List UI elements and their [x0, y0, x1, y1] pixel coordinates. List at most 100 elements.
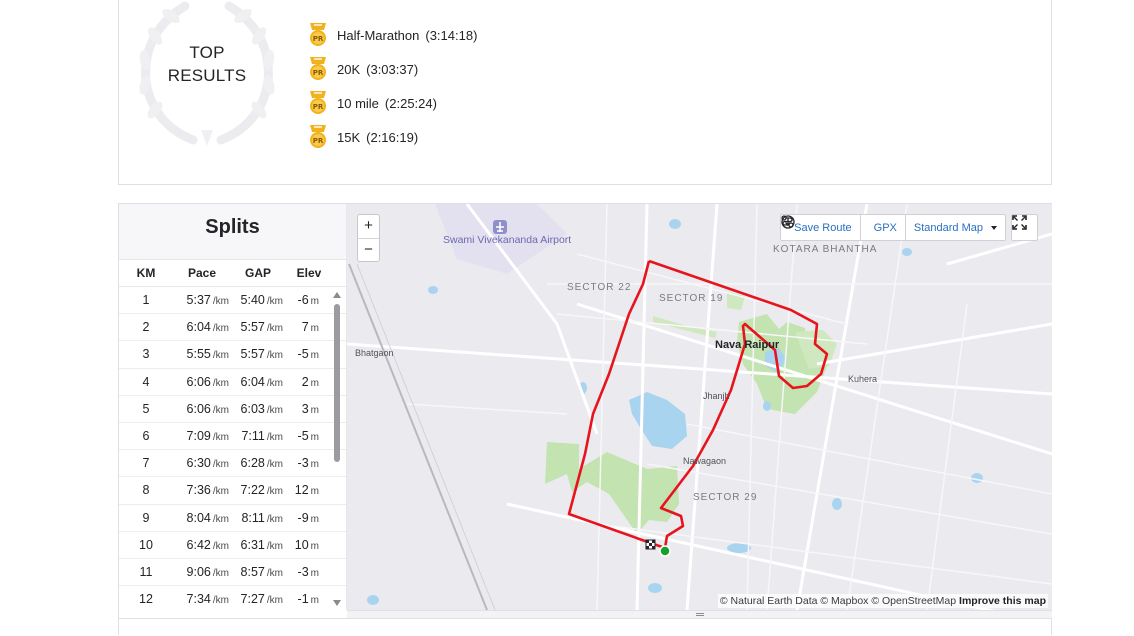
map-toolbar: Save Route GPX Standard Map [780, 214, 1006, 241]
map-label-sector29: SECTOR 29 [693, 492, 758, 503]
map-label-sector19: SECTOR 19 [659, 293, 724, 304]
split-pace: 9:06/km [186, 564, 229, 579]
map-label-sector22: SECTOR 22 [567, 282, 632, 293]
pr-item[interactable]: PR 10 mile (2:25:24) [307, 86, 477, 120]
split-row[interactable]: 4 6:06/km 6:04/km 2 m [119, 369, 346, 396]
svg-text:PR: PR [313, 69, 324, 77]
pr-medal-icon: PR [310, 125, 326, 148]
split-row[interactable]: 2 6:04/km 5:57/km 7 m [119, 314, 346, 342]
split-elev: -5 m [297, 429, 319, 444]
top-results-title-line1: TOP [189, 43, 225, 62]
split-km: 12 [139, 592, 153, 607]
split-row[interactable]: 10 6:42/km 6:31/km 10 m [119, 532, 346, 559]
gpx-download-button[interactable]: GPX [781, 215, 906, 240]
split-pace: 5:55/km [186, 347, 229, 362]
split-km: 5 [142, 401, 150, 416]
split-pace: 6:06/km [186, 374, 229, 389]
improve-map-link[interactable]: Improve this map [959, 595, 1046, 607]
svg-text:PR: PR [313, 137, 324, 145]
pr-item[interactable]: PR 20K (3:03:37) [307, 52, 477, 86]
split-gap: 5:57/km [240, 347, 283, 362]
map-label-jhanjh: Jhanjh [703, 391, 730, 401]
split-elev: -5 m [297, 347, 319, 362]
pr-item[interactable]: PR 15K (2:16:19) [307, 120, 477, 154]
split-row[interactable]: 5 6:06/km 6:03/km 3 m [119, 396, 346, 423]
route-map[interactable]: Swami Vivekananda Airport KOTARA BHANTHA… [347, 204, 1052, 610]
splits-panel: Splits KM Pace GAP Elev 1 5:37/km 5:40/km -… [119, 204, 347, 610]
split-gap: 8:57/km [240, 564, 283, 579]
split-row[interactable]: 8 7:36/km 7:22/km 12 m [119, 477, 346, 505]
map-label-kotara: KOTARA BHANTHA [773, 244, 878, 255]
scroll-up-arrow-icon[interactable] [333, 292, 341, 298]
start-marker [659, 545, 671, 557]
split-elev: 7m [301, 320, 319, 335]
pr-list: PR Half-Marathon (3:14:18) PR 20K (3:03:… [307, 18, 477, 154]
airport-icon [493, 220, 507, 234]
header-km: KM [136, 266, 156, 280]
splits-scrollbar[interactable] [331, 288, 343, 608]
header-gap: GAP [244, 266, 271, 280]
map-style-dropdown[interactable]: Standard Map [906, 215, 1005, 240]
split-gap: 6:31/km [240, 537, 283, 552]
split-gap: 6:03/km [240, 401, 283, 416]
splits-map-card: Splits KM Pace GAP Elev 1 5:37/km 5:40/km -… [118, 203, 1052, 636]
split-row[interactable]: 3 5:55/km 5:57/km -5 m [119, 341, 346, 369]
fullscreen-button[interactable] [1011, 214, 1038, 241]
finish-flag-icon [645, 539, 656, 550]
pr-name: Half-Marathon [337, 27, 420, 43]
split-pace: 8:04/km [186, 510, 229, 525]
gpx-label: GPX [873, 221, 897, 234]
split-row[interactable]: 6 7:09/km 7:11/km -5 m [119, 423, 346, 451]
split-km: 4 [142, 374, 150, 389]
splits-title: Splits [119, 204, 346, 260]
split-gap: 6:28/km [240, 456, 283, 471]
splits-header-row: KM Pace GAP Elev [119, 260, 346, 287]
map-label-nava-raipur: Nava Raipur [715, 339, 780, 351]
split-row[interactable]: 1 5:37/km 5:40/km -6 m [119, 287, 346, 315]
header-elev: Elev [296, 266, 322, 280]
split-gap: 6:04/km [240, 374, 283, 389]
grip-icon [695, 613, 704, 616]
zoom-in-button[interactable]: + [358, 215, 379, 238]
split-km: 2 [142, 320, 150, 335]
split-km: 1 [142, 293, 150, 308]
split-gap: 7:22/km [240, 483, 283, 498]
split-gap: 5:40/km [240, 293, 283, 308]
map-resize-handle[interactable] [347, 610, 1052, 618]
split-pace: 6:04/km [186, 320, 229, 335]
split-elev: -9 m [297, 510, 319, 525]
split-row[interactable]: 11 9:06/km 8:57/km -3 m [119, 559, 346, 587]
pr-time: (3:14:18) [425, 27, 478, 43]
pr-item[interactable]: PR Half-Marathon (3:14:18) [307, 18, 477, 52]
pr-medal-icon: PR [310, 91, 326, 114]
scroll-down-arrow-icon[interactable] [333, 600, 341, 606]
split-pace: 7:09/km [186, 429, 229, 444]
pr-time: (2:25:24) [384, 95, 437, 111]
attribution-text: © Natural Earth Data © Mapbox © OpenStre… [719, 595, 957, 607]
map-label-airport: Swami Vivekananda Airport [443, 234, 572, 246]
split-elev: -3 m [297, 564, 319, 579]
split-km: 11 [139, 564, 153, 579]
top-results-title-line2: RESULTS [167, 66, 247, 85]
split-row[interactable]: 12 7:34/km 7:27/km -1 m [119, 586, 346, 610]
top-results-title: TOP RESULTS [155, 41, 259, 87]
header-pace: Pace [187, 266, 217, 280]
split-km: 10 [139, 537, 153, 552]
split-elev: 3m [301, 401, 319, 416]
svg-text:PR: PR [313, 103, 324, 111]
scroll-thumb[interactable] [334, 304, 340, 462]
split-pace: 6:06/km [186, 401, 229, 416]
fullscreen-icon [1012, 215, 1027, 230]
zoom-out-button[interactable]: − [358, 238, 379, 261]
split-pace: 6:30/km [186, 456, 229, 471]
save-route-label: Save Route [794, 221, 852, 234]
map-canvas[interactable] [347, 204, 1052, 610]
map-label-bhatgaon: Bhatgaon [355, 348, 394, 358]
split-row[interactable]: 7 6:30/km 6:28/km -3 m [119, 450, 346, 478]
split-km: 6 [142, 429, 150, 444]
split-elev: -1 m [297, 592, 319, 607]
card-footer [119, 618, 1051, 636]
split-row[interactable]: 9 8:04/km 8:11/km -9 m [119, 505, 346, 532]
pr-name: 15K [337, 129, 361, 145]
pr-time: (3:03:37) [366, 61, 419, 77]
